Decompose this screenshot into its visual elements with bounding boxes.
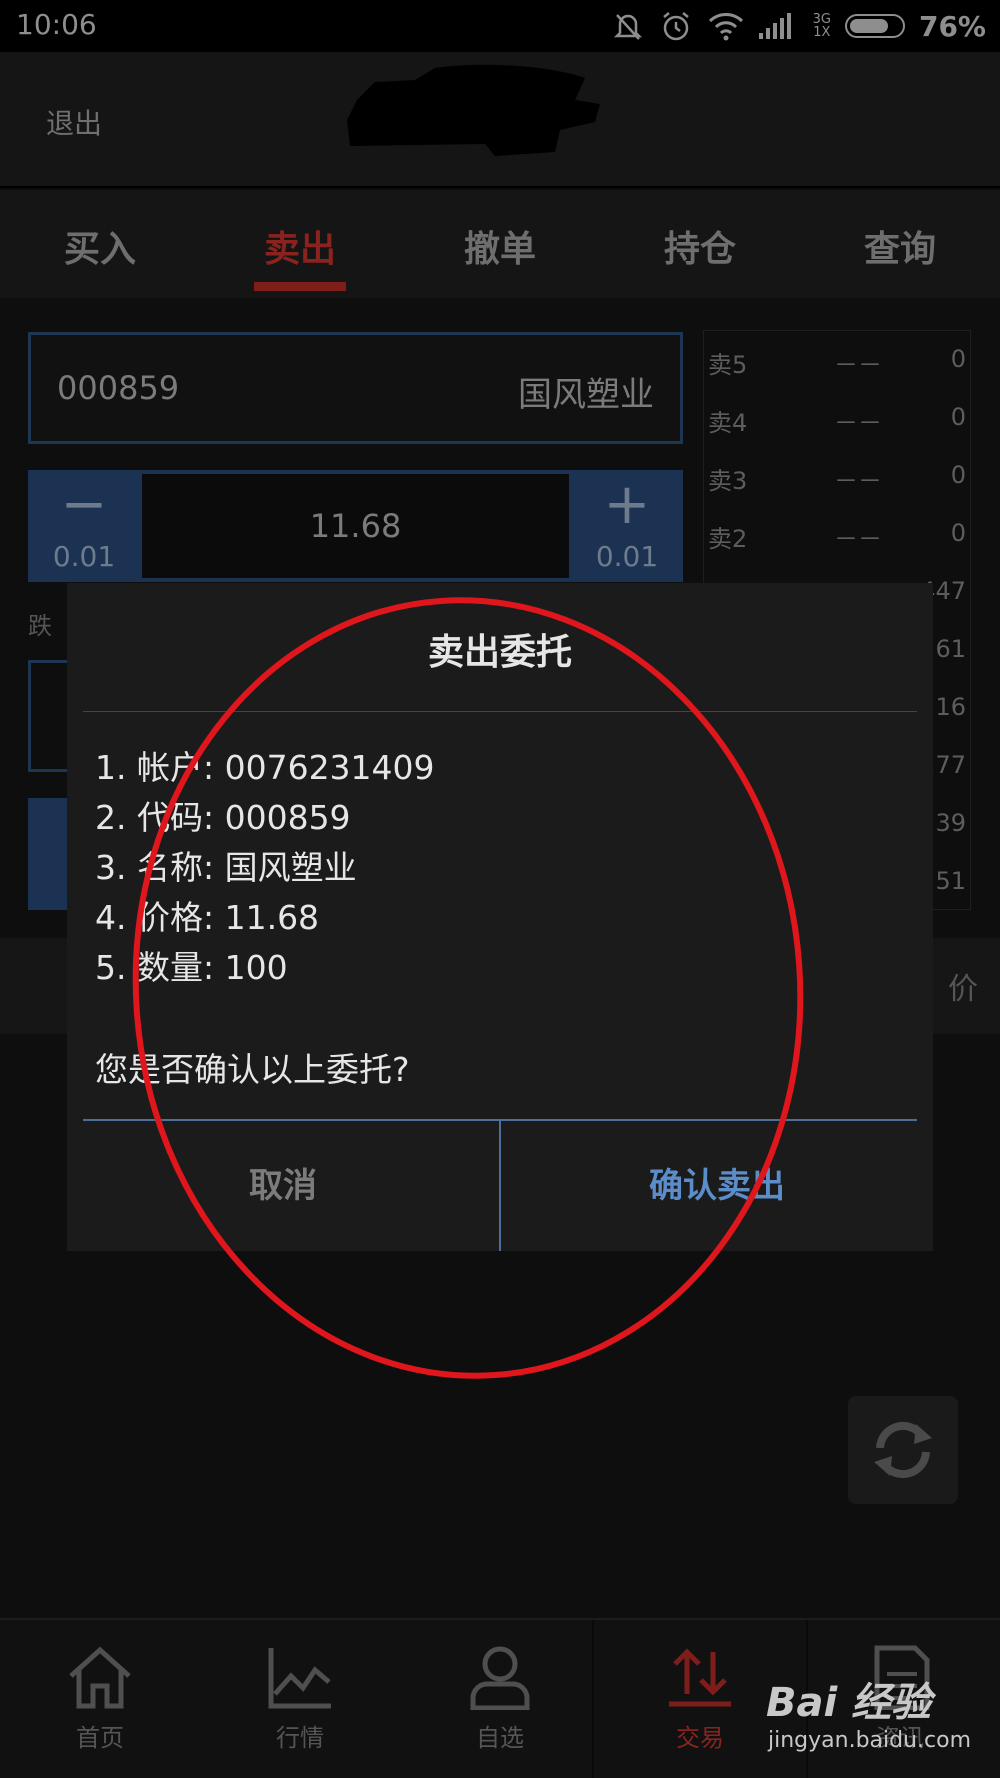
- dialog-title: 卖出委托: [427, 632, 572, 673]
- status-time: 10:06: [16, 8, 97, 41]
- ob-label: 卖2: [708, 525, 748, 553]
- status-icons: 3G 1X 76%: [611, 6, 986, 46]
- nav-watchlist[interactable]: 自选: [400, 1620, 600, 1778]
- battery-fill: [849, 19, 888, 33]
- nav-divider: [592, 1620, 594, 1778]
- tab-query[interactable]: 查询: [800, 190, 1000, 298]
- ob-qty: 39: [935, 809, 966, 837]
- trade-tabs: 买入 卖出 撤单 持仓 查询: [0, 190, 1000, 298]
- increase-step-label: 0.01: [595, 540, 659, 573]
- chart-icon: [268, 1648, 331, 1709]
- detail-quantity: 5. 数量: 100: [95, 948, 288, 987]
- tab-cancel-order[interactable]: 撤单: [400, 190, 600, 298]
- stock-name: 国风塑业: [518, 375, 654, 415]
- alarm-icon: [662, 12, 689, 41]
- exit-button[interactable]: 退出: [46, 102, 102, 142]
- dialog-question: 您是否确认以上委托?: [95, 1050, 410, 1089]
- price-input[interactable]: 11.68: [142, 474, 569, 578]
- minus-icon: −: [60, 472, 108, 537]
- home-icon: [69, 1646, 131, 1709]
- price-increase-button[interactable]: + 0.01: [571, 470, 683, 582]
- tab-holdings[interactable]: 持仓: [600, 190, 800, 298]
- order-book-row: 卖4 －－ 0: [704, 389, 972, 447]
- strip-right-label: 价: [948, 972, 978, 1007]
- ob-label: 卖5: [708, 351, 748, 379]
- dialog-order-details: 1. 帐户: 0076231409 2. 代码: 000859 3. 名称: 国…: [95, 743, 435, 993]
- app-header: 退出: [0, 52, 1000, 188]
- cancel-button[interactable]: 取消: [67, 1121, 499, 1251]
- nav-home-label: 首页: [76, 1724, 124, 1752]
- dialog-divider: [83, 711, 917, 712]
- refresh-icon: [874, 1421, 932, 1479]
- limit-label-partial: 跌: [28, 612, 52, 640]
- detail-account: 1. 帐户: 0076231409: [95, 748, 435, 787]
- detail-code: 2. 代码: 000859: [95, 798, 351, 837]
- confirm-sell-button[interactable]: 确认卖出: [501, 1121, 933, 1251]
- nav-watchlist-label: 自选: [476, 1724, 524, 1752]
- ob-price: －－: [834, 467, 882, 495]
- ob-qty: 16: [935, 693, 966, 721]
- network-type: 3G 1X: [813, 13, 831, 39]
- decrease-step-label: 0.01: [52, 540, 116, 573]
- watermark-main: Bai 经验: [766, 1680, 932, 1726]
- battery-percent: 76%: [918, 9, 986, 43]
- battery-icon: [844, 14, 905, 38]
- ob-label: 卖3: [708, 467, 748, 495]
- plus-icon: +: [603, 472, 651, 537]
- nav-market-label: 行情: [276, 1724, 324, 1752]
- stock-code-value: 000859: [57, 369, 180, 407]
- network-sub-label: 1X: [813, 25, 831, 40]
- price-stepper: − 0.01 11.68 + 0.01: [28, 470, 683, 582]
- detail-price: 4. 价格: 11.68: [95, 898, 320, 937]
- active-tab-indicator: [254, 282, 346, 291]
- trade-arrows-icon: [669, 1648, 731, 1707]
- nav-market[interactable]: 行情: [200, 1620, 400, 1778]
- status-bar: 10:06 3G 1X 76%: [0, 0, 1000, 52]
- ob-qty: 0: [950, 461, 966, 489]
- order-book-row: 卖5 －－ 0: [704, 331, 972, 389]
- watermark-sub: jingyan.baidu.com: [768, 1728, 972, 1753]
- baidu-jingyan-watermark: Bai 经验 jingyan.baidu.com: [766, 1670, 971, 1770]
- nav-home[interactable]: 首页: [0, 1620, 200, 1778]
- user-icon: [470, 1646, 530, 1711]
- stock-code-input[interactable]: 000859 国风塑业: [28, 332, 683, 444]
- ob-price: －－: [834, 525, 882, 553]
- signal-icon: [758, 13, 791, 39]
- tab-buy[interactable]: 买入: [0, 190, 200, 298]
- ob-price: －－: [834, 409, 882, 437]
- ob-qty: 0: [950, 345, 966, 373]
- sell-confirm-dialog: 卖出委托 1. 帐户: 0076231409 2. 代码: 000859 3. …: [67, 583, 933, 1251]
- refresh-button[interactable]: [848, 1396, 958, 1504]
- order-book-row: 卖2 －－ 0: [704, 505, 972, 563]
- ob-qty: 51: [935, 867, 966, 895]
- order-book-row: 卖3 －－ 0: [704, 447, 972, 505]
- redacted-title: [347, 64, 600, 156]
- silent-bell-icon: [613, 14, 642, 40]
- ob-qty: 0: [950, 519, 966, 547]
- ob-label: 卖4: [708, 409, 748, 437]
- price-decrease-button[interactable]: − 0.01: [28, 470, 140, 582]
- detail-name: 3. 名称: 国风塑业: [95, 848, 357, 887]
- ob-price: －－: [834, 351, 882, 379]
- ob-qty: 0: [950, 403, 966, 431]
- wifi-icon: [708, 13, 743, 41]
- ob-qty: 61: [935, 635, 966, 663]
